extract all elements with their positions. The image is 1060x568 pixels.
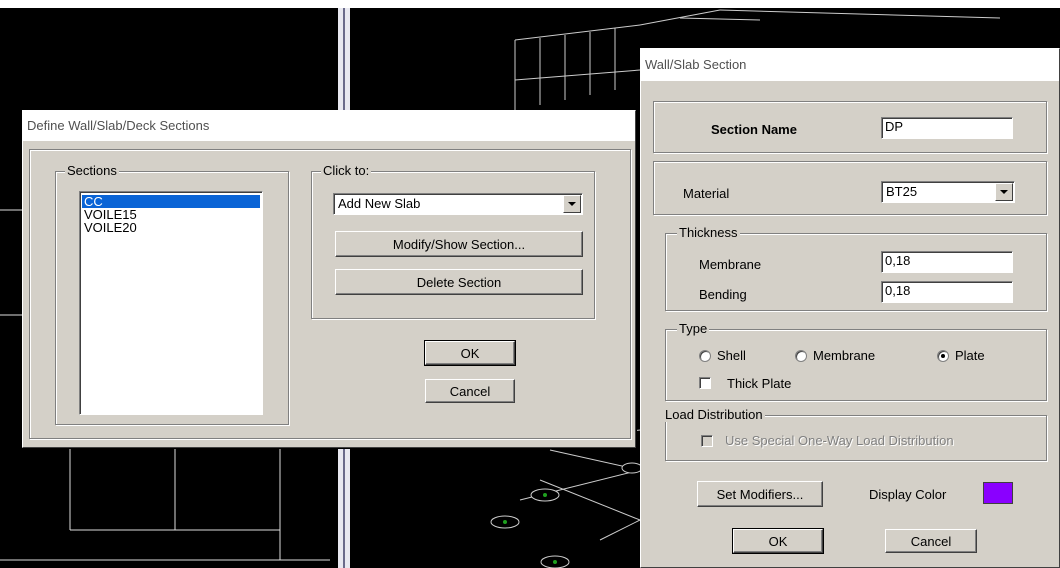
type-group-label: Type bbox=[677, 321, 710, 336]
membrane-radio-label[interactable]: Membrane bbox=[813, 348, 875, 363]
top-window-edge bbox=[0, 0, 1060, 8]
membrane-radio[interactable] bbox=[795, 350, 807, 362]
material-combo-value: BT25 bbox=[886, 184, 918, 199]
click-to-group-label: Click to: bbox=[321, 163, 372, 178]
thick-plate-label[interactable]: Thick Plate bbox=[727, 376, 791, 391]
delete-section-button[interactable]: Delete Section bbox=[335, 269, 583, 295]
display-color-label: Display Color bbox=[869, 487, 947, 502]
cancel-button[interactable]: Cancel bbox=[425, 379, 515, 403]
display-color-swatch[interactable] bbox=[983, 482, 1013, 504]
click-to-combo-value: Add New Slab bbox=[338, 196, 421, 211]
modify-show-section-button[interactable]: Modify/Show Section... bbox=[335, 231, 583, 257]
plate-radio[interactable] bbox=[937, 350, 949, 362]
membrane-thickness-field[interactable]: 0,18 bbox=[881, 251, 1013, 273]
sections-group-label: Sections bbox=[65, 163, 119, 178]
type-groupbox bbox=[665, 329, 1047, 401]
radio-selected-dot bbox=[941, 354, 945, 358]
special-one-way-label: Use Special One-Way Load Distribution bbox=[725, 433, 954, 448]
shell-radio[interactable] bbox=[699, 350, 711, 362]
shell-radio-label[interactable]: Shell bbox=[717, 348, 746, 363]
set-modifiers-button[interactable]: Set Modifiers... bbox=[697, 481, 823, 507]
load-distribution-group-label: Load Distribution bbox=[663, 407, 765, 422]
define-sections-titlebar[interactable]: Define Wall/Slab/Deck Sections bbox=[23, 111, 635, 141]
section-name-label: Section Name bbox=[711, 122, 797, 137]
cancel-button[interactable]: Cancel bbox=[885, 529, 977, 553]
material-label: Material bbox=[683, 186, 730, 201]
dialog-title: Wall/Slab Section bbox=[645, 57, 747, 72]
wallslab-titlebar[interactable]: Wall/Slab Section bbox=[641, 49, 1059, 81]
special-one-way-checkbox[interactable] bbox=[701, 435, 713, 447]
chevron-down-icon[interactable] bbox=[563, 195, 581, 213]
sections-listbox[interactable]: CC VOILE15 VOILE20 bbox=[79, 191, 263, 415]
define-sections-dialog: Define Wall/Slab/Deck Sections Sections … bbox=[22, 110, 636, 448]
section-name-field[interactable]: DP bbox=[881, 117, 1013, 139]
dialog-title: Define Wall/Slab/Deck Sections bbox=[27, 118, 210, 133]
section-name-value: DP bbox=[885, 119, 904, 134]
membrane-label: Membrane bbox=[699, 257, 762, 272]
thickness-group-label: Thickness bbox=[677, 225, 740, 240]
list-item[interactable]: VOILE20 bbox=[82, 221, 260, 234]
ok-button[interactable]: OK bbox=[732, 528, 824, 554]
membrane-thickness-value: 0,18 bbox=[885, 253, 911, 268]
click-to-combo[interactable]: Add New Slab bbox=[333, 193, 583, 215]
bending-label: Bending bbox=[699, 287, 747, 302]
material-combo[interactable]: BT25 bbox=[881, 181, 1015, 203]
wallslab-section-dialog: Wall/Slab Section Section Name DP Materi… bbox=[640, 48, 1060, 568]
thick-plate-checkbox[interactable] bbox=[699, 377, 711, 389]
bending-thickness-field[interactable]: 0,18 bbox=[881, 281, 1013, 303]
bending-thickness-value: 0,18 bbox=[885, 283, 911, 298]
ok-button[interactable]: OK bbox=[424, 340, 516, 366]
chevron-down-icon[interactable] bbox=[995, 183, 1013, 201]
plate-radio-label[interactable]: Plate bbox=[955, 348, 985, 363]
